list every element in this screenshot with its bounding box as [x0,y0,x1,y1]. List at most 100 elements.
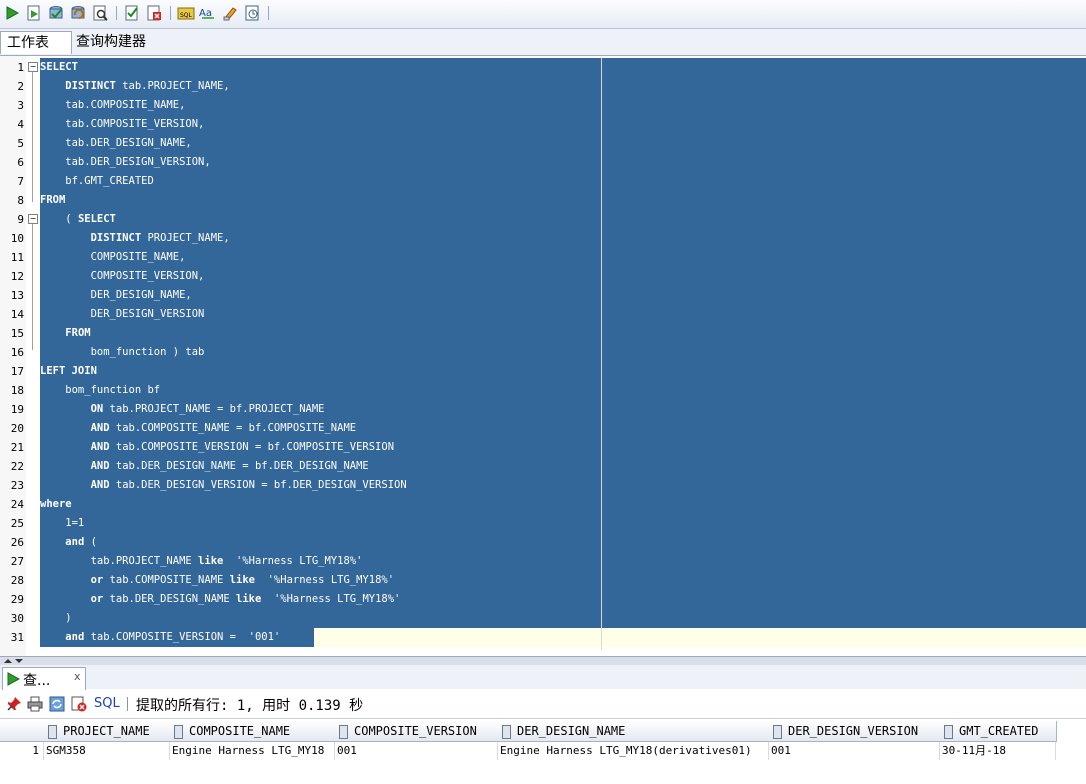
code-line[interactable]: ON tab.PROJECT_NAME = bf.PROJECT_NAME [40,400,601,419]
code-line[interactable]: where [40,495,601,514]
column-header[interactable]: DER_DESIGN_VERSION [769,721,941,742]
code-line[interactable]: 1=1 [40,514,601,533]
code-line[interactable]: bf.GMT_CREATED [40,172,601,191]
rollback-icon[interactable] [69,4,87,22]
code-line-text: or tab.COMPOSITE_NAME like '%Harness LTG… [90,574,395,586]
line-number: 20 [10,422,24,435]
code-line[interactable]: FROM [40,191,601,210]
line-number: 1 [17,61,24,74]
print-icon[interactable] [27,696,43,712]
code-line[interactable]: ) [40,609,601,628]
code-line[interactable]: and ( [40,533,601,552]
code-line[interactable]: AND tab.DER_DESIGN_VERSION = bf.DER_DESI… [40,476,601,495]
code-line[interactable]: and tab.COMPOSITE_VERSION = '001' [40,628,314,647]
code-line[interactable]: DER_DESIGN_VERSION [40,305,601,324]
explain-plan-icon[interactable] [123,4,141,22]
code-line[interactable]: tab.DER_DESIGN_VERSION, [40,153,601,172]
line-number: 22 [10,460,24,473]
fold-toggle-icon[interactable]: − [28,62,38,72]
line-number: 11 [10,251,24,264]
line-number: 17 [10,365,24,378]
line-number: 16 [10,346,24,359]
code-line-text: AND tab.COMPOSITE_NAME = bf.COMPOSITE_NA… [90,422,357,434]
line-number: 27 [10,555,24,568]
code-line-text: AND tab.DER_DESIGN_VERSION = bf.DER_DESI… [90,479,407,491]
tab-query-builder[interactable]: 查询构建器 [70,31,152,53]
code-area[interactable]: SELECT DISTINCT tab.PROJECT_NAME, tab.CO… [40,58,1086,648]
column-key-icon [944,724,953,739]
commit-icon[interactable] [47,4,65,22]
code-line[interactable]: COMPOSITE_VERSION, [40,267,601,286]
sql-tuning-icon[interactable] [145,4,163,22]
table-cell[interactable]: Engine Harness LTG_MY18 [170,742,335,760]
uppercase-icon[interactable]: Aa [199,4,217,22]
collapse-arrows-icon[interactable] [2,657,26,665]
column-header[interactable]: PROJECT_NAME [44,721,171,742]
line-number: 25 [10,517,24,530]
line-number-gutter: 1 2 3 4 5 6 7 8 9 10 11 12 13 14 15 16 17 18 19 20 21 22 23 24 2… [0,56,26,656]
code-line[interactable]: bom_function bf [40,381,601,400]
line-number: 7 [17,175,24,188]
code-line[interactable]: bom_function ) tab [40,343,601,362]
code-line[interactable]: AND tab.COMPOSITE_VERSION = bf.COMPOSITE… [40,438,601,457]
code-line[interactable]: AND tab.DER_DESIGN_NAME = bf.DER_DESIGN_… [40,457,601,476]
code-line-text: tab.COMPOSITE_VERSION, [40,118,205,130]
column-key-icon [502,724,511,739]
sql-history-icon[interactable]: SQL [177,4,195,22]
column-header[interactable]: DER_DESIGN_NAME [498,721,770,742]
sql-editor[interactable]: 1 2 3 4 5 6 7 8 9 10 11 12 13 14 15 16 17 18 19 20 21 22 23 24 2… [0,56,1086,656]
code-line-text: AND tab.DER_DESIGN_NAME = bf.DER_DESIGN_… [90,460,369,472]
run-statement-icon[interactable] [3,4,21,22]
code-line[interactable]: or tab.COMPOSITE_NAME like '%Harness LTG… [40,571,601,590]
column-header-label: GMT_CREATED [959,724,1039,738]
column-header[interactable]: COMPOSITE_VERSION [335,721,499,742]
line-number: 29 [10,593,24,606]
line-number: 8 [17,194,24,207]
table-cell[interactable]: Engine Harness LTG_MY18(derivatives01) [498,742,769,760]
code-line[interactable]: AND tab.COMPOSITE_NAME = bf.COMPOSITE_NA… [40,419,601,438]
row-number: 1 [0,742,44,760]
line-number: 9 [17,213,24,226]
results-grid[interactable]: PROJECT_NAME COMPOSITE_NAME COMPOSITE_VERS… [0,719,1086,784]
table-cell[interactable]: 001 [769,742,940,760]
code-line[interactable]: DER_DESIGN_NAME, [40,286,601,305]
code-line-text: FROM [40,194,66,206]
pin-icon[interactable] [6,696,22,712]
tab-worksheet[interactable]: 工作表 [0,31,72,54]
code-line[interactable]: SELECT [40,58,601,77]
code-line[interactable]: ( SELECT [40,210,601,229]
code-line-text: ) [40,612,72,624]
code-line-text: tab.DER_DESIGN_NAME, [40,137,192,149]
close-tab-icon[interactable]: x [74,670,81,683]
code-line-text: FROM [65,327,91,339]
code-line[interactable]: DISTINCT PROJECT_NAME, [40,229,601,248]
worksheet-toolbar: SQL Aa [0,0,1086,29]
code-line[interactable]: or tab.DER_DESIGN_NAME like '%Harness LT… [40,590,601,609]
code-line[interactable]: tab.PROJECT_NAME like '%Harness LTG_MY18… [40,552,601,571]
autotrace-icon[interactable] [91,4,109,22]
fold-toggle-icon[interactable]: − [28,214,38,224]
sql-link[interactable]: SQL [94,696,120,711]
run-script-icon[interactable] [25,4,43,22]
code-line[interactable]: LEFT JOIN [40,362,601,381]
table-cell[interactable]: 30-11月-18 [940,742,1056,760]
tab-query-result[interactable]: 查... x [2,667,86,690]
column-header[interactable]: GMT_CREATED [940,721,1057,742]
column-header-label: COMPOSITE_VERSION [354,724,477,738]
clear-icon[interactable] [221,4,239,22]
code-line[interactable]: tab.COMPOSITE_NAME, [40,96,601,115]
code-line[interactable]: COMPOSITE_NAME, [40,248,601,267]
table-cell[interactable]: SGM358 [44,742,170,760]
refresh-icon[interactable] [49,696,65,712]
history-icon[interactable] [243,4,261,22]
line-number: 19 [10,403,24,416]
code-line[interactable]: FROM [40,324,601,343]
code-line[interactable]: DISTINCT tab.PROJECT_NAME, [40,77,601,96]
code-line-text: or tab.DER_DESIGN_NAME like '%Harness LT… [90,593,401,605]
code-line[interactable]: tab.COMPOSITE_VERSION, [40,115,601,134]
table-cell[interactable]: 001 [335,742,498,760]
cancel-fetch-icon[interactable] [71,696,87,712]
results-tab-bar: 查... x [0,665,1086,690]
code-line[interactable]: tab.DER_DESIGN_NAME, [40,134,601,153]
column-header[interactable]: COMPOSITE_NAME [170,721,336,742]
